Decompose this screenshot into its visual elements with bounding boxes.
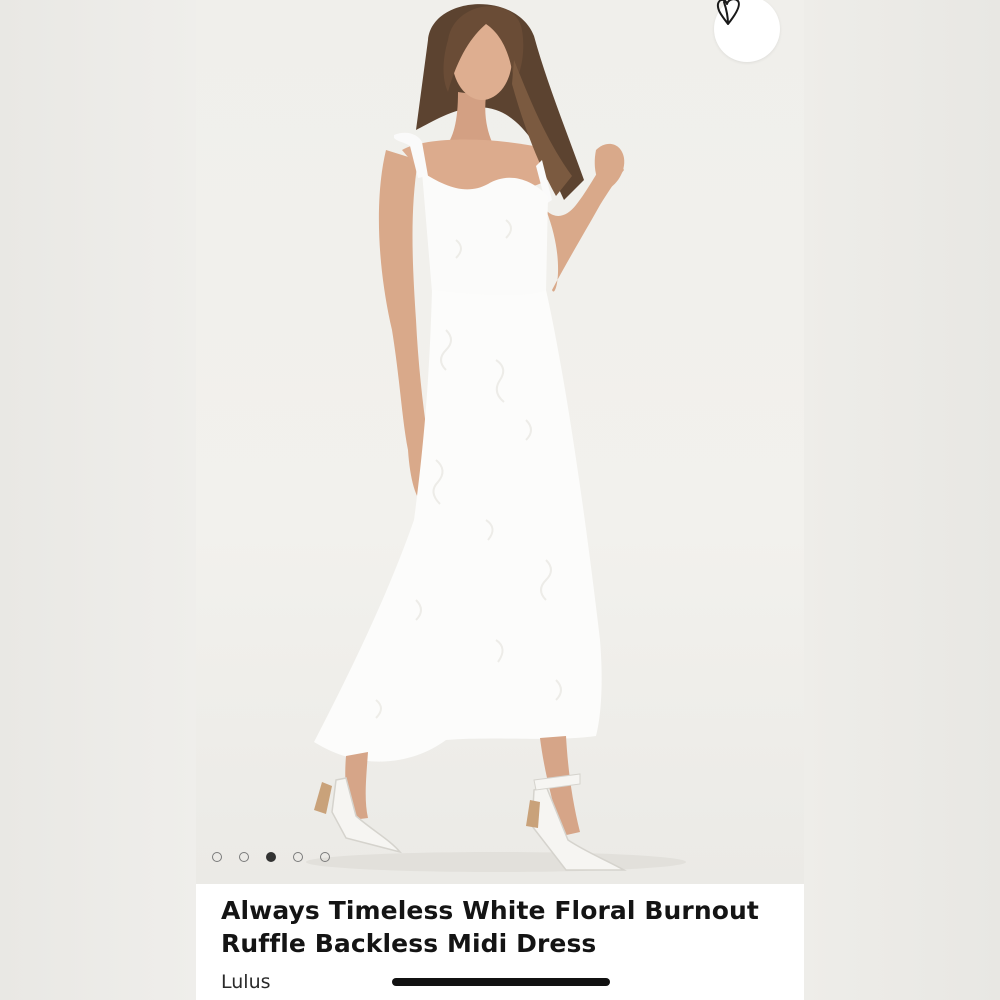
pagination-dot[interactable] xyxy=(320,852,330,862)
product-image[interactable] xyxy=(196,0,804,884)
model-illustration xyxy=(306,4,686,872)
gallery-pagination xyxy=(212,852,330,862)
product-info: Always Timeless White Floral Burnout Ruf… xyxy=(196,884,804,1000)
pagination-dot[interactable] xyxy=(293,852,303,862)
product-screen: Always Timeless White Floral Burnout Ruf… xyxy=(196,0,804,1000)
home-indicator[interactable] xyxy=(392,978,610,986)
brand-name[interactable]: Lulus xyxy=(221,971,271,993)
background-right xyxy=(804,0,1000,1000)
product-title-line2: Ruffle Backless Midi Dress xyxy=(221,929,597,958)
pagination-dot[interactable] xyxy=(239,852,249,862)
heart-icon xyxy=(716,0,740,25)
product-title-line1: Always Timeless White Floral Burnout xyxy=(221,896,759,925)
pagination-dot[interactable] xyxy=(212,852,222,862)
product-title[interactable]: Always Timeless White Floral Burnout Ruf… xyxy=(221,894,781,960)
pagination-dot-active[interactable] xyxy=(266,852,276,862)
background-left xyxy=(0,0,196,1000)
